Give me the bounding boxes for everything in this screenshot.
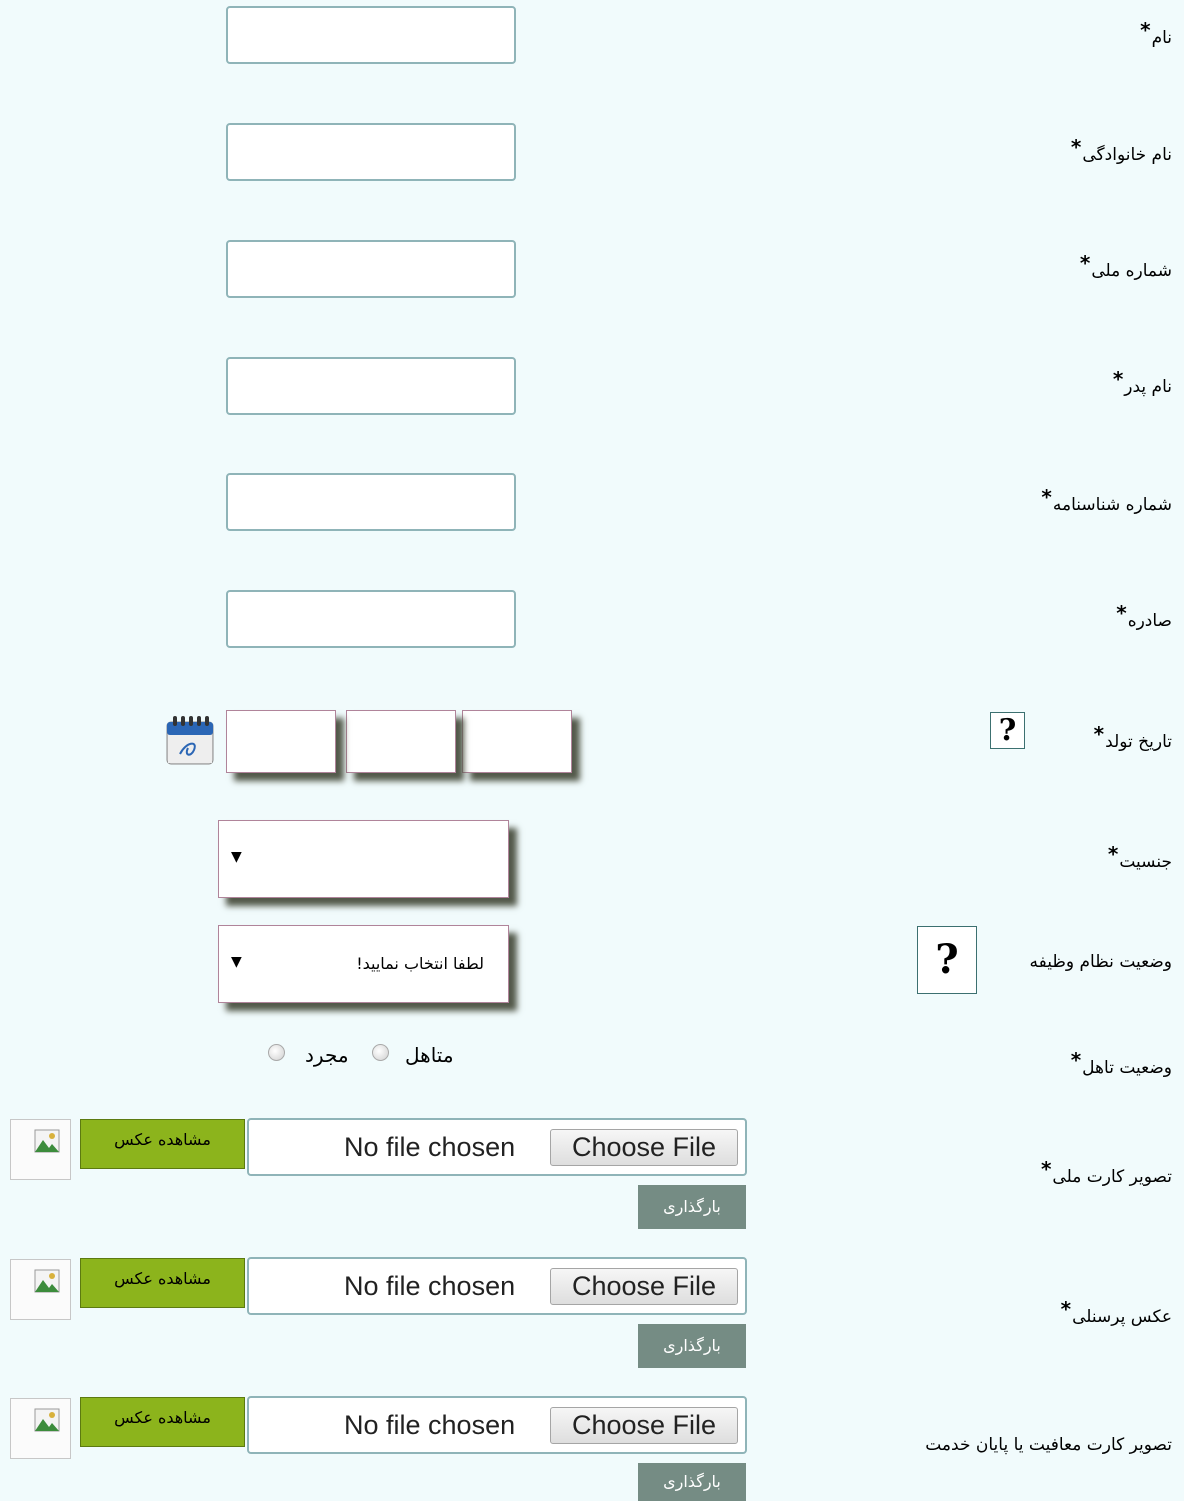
required-mark: *: [1070, 135, 1082, 159]
marital-option-married-radio[interactable]: [372, 1044, 389, 1061]
required-mark: *: [1041, 485, 1052, 509]
issued-input[interactable]: [226, 590, 516, 648]
personnel-photo-upload-button[interactable]: بارگذاری: [638, 1324, 746, 1368]
military-help-button[interactable]: ?: [917, 926, 977, 994]
required-mark: *: [1040, 1157, 1052, 1181]
no-file-chosen-text: No file chosen: [344, 1271, 516, 1301]
calendar-icon[interactable]: [164, 712, 216, 768]
national-card-upload-button[interactable]: بارگذاری: [638, 1185, 746, 1229]
broken-image-icon: [10, 1119, 71, 1180]
choose-file-button[interactable]: Choose File: [550, 1129, 738, 1166]
choose-file-button[interactable]: Choose File: [550, 1407, 738, 1444]
dropdown-arrow-icon: ▼: [231, 849, 242, 865]
last-name-label: نام خانوادگی*: [1071, 135, 1172, 165]
gender-label: جنسیت*: [1108, 842, 1172, 872]
required-mark: *: [1093, 722, 1105, 746]
help-icon: ?: [998, 713, 1017, 748]
national-card-upload-label: تصویر کارت ملی*: [1041, 1157, 1172, 1187]
service-card-upload-label-text: تصویر کارت معافیت یا پایان خدمت: [925, 1435, 1172, 1455]
first-name-label-text: نام: [1151, 28, 1172, 48]
marital-option-single-label: مجرد: [305, 1043, 349, 1067]
required-mark: *: [1112, 367, 1124, 391]
birth-date-label: تاریخ تولد*: [1094, 722, 1172, 752]
service-card-view-button[interactable]: مشاهده عکس: [80, 1397, 245, 1447]
first-name-label: نام*: [1140, 18, 1172, 48]
id-number-input[interactable]: [226, 473, 516, 531]
required-mark: *: [1140, 18, 1151, 42]
required-mark: *: [1070, 1048, 1082, 1072]
help-icon: ?: [935, 936, 959, 983]
first-name-input[interactable]: [226, 6, 516, 64]
marital-status-label: وضعیت تاهل*: [1071, 1048, 1172, 1078]
required-mark: *: [1079, 251, 1091, 275]
military-status-select-value: لطفا انتخاب نمایید!: [356, 954, 484, 973]
national-code-label-text: شماره ملی: [1091, 261, 1172, 281]
marital-option-single-radio[interactable]: [268, 1044, 285, 1061]
national-code-input[interactable]: [226, 240, 516, 298]
id-number-label: شماره شناسنامه*: [1041, 485, 1172, 515]
dropdown-arrow-icon: ▼: [231, 954, 242, 970]
father-name-label-text: نام پدر: [1124, 377, 1172, 397]
marital-option-married-label: متاهل: [405, 1043, 454, 1067]
choose-file-button[interactable]: Choose File: [550, 1268, 738, 1305]
no-file-chosen-text: No file chosen: [344, 1132, 516, 1162]
national-code-label: شماره ملی*: [1080, 251, 1172, 281]
national-card-view-button[interactable]: مشاهده عکس: [80, 1119, 245, 1169]
broken-image-icon: [10, 1259, 71, 1320]
service-card-upload-label: تصویر کارت معافیت یا پایان خدمت: [925, 1435, 1172, 1455]
marital-status-label-text: وضعیت تاهل: [1082, 1058, 1172, 1078]
service-card-upload-button[interactable]: بارگذاری: [638, 1463, 746, 1501]
birth-year-input[interactable]: [226, 710, 336, 773]
birth-day-input[interactable]: [462, 710, 572, 773]
service-card-file-input[interactable]: No file chosen Choose File: [247, 1396, 747, 1454]
broken-image-icon: [10, 1398, 71, 1459]
gender-label-text: جنسیت: [1119, 852, 1172, 872]
id-number-label-text: شماره شناسنامه: [1052, 495, 1172, 515]
issued-label-text: صادره: [1127, 611, 1172, 631]
military-status-label-text: وضعیت نظام وظیفه: [1029, 952, 1172, 972]
birth-month-input[interactable]: [346, 710, 456, 773]
required-mark: *: [1107, 842, 1119, 866]
birth-date-help-button[interactable]: ?: [990, 712, 1025, 749]
last-name-label-text: نام خانوادگی: [1082, 145, 1172, 165]
father-name-label: نام پدر*: [1113, 367, 1172, 397]
required-mark: *: [1116, 601, 1127, 625]
personnel-photo-upload-label-text: عکس پرسنلی: [1072, 1307, 1172, 1327]
personnel-photo-view-button[interactable]: مشاهده عکس: [80, 1258, 245, 1308]
personnel-photo-file-input[interactable]: No file chosen Choose File: [247, 1257, 747, 1315]
military-status-label: وضعیت نظام وظیفه: [1030, 952, 1172, 972]
gender-select[interactable]: ▼: [218, 820, 509, 898]
issued-label: صادره*: [1116, 601, 1172, 631]
no-file-chosen-text: No file chosen: [344, 1410, 516, 1440]
national-card-file-input[interactable]: No file chosen Choose File: [247, 1118, 747, 1176]
military-status-select[interactable]: ▼ لطفا انتخاب نمایید!: [218, 925, 509, 1003]
national-card-upload-label-text: تصویر کارت ملی: [1052, 1167, 1172, 1187]
father-name-input[interactable]: [226, 357, 516, 415]
personnel-photo-upload-label: عکس پرسنلی*: [1061, 1297, 1172, 1327]
required-mark: *: [1060, 1297, 1072, 1321]
birth-date-label-text: تاریخ تولد: [1105, 732, 1172, 752]
last-name-input[interactable]: [226, 123, 516, 181]
